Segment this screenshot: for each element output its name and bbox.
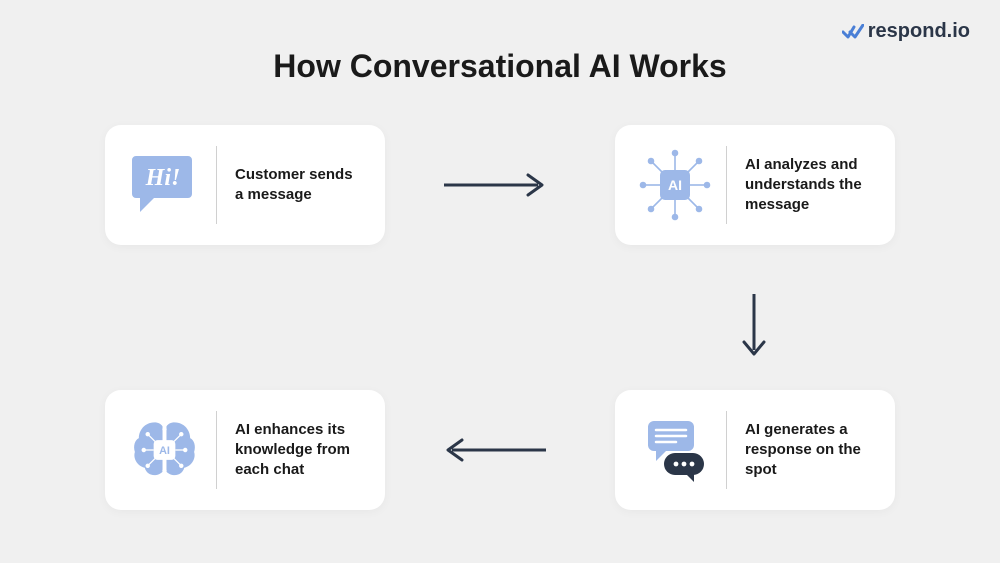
- svg-text:Hi!: Hi!: [144, 165, 180, 191]
- step-card-1: Hi! Customer sends a message: [105, 125, 385, 245]
- step-card-2: AI AI analyzes and understands the messa…: [615, 125, 895, 245]
- arrow-right-icon: [440, 171, 550, 204]
- process-diagram: Hi! Customer sends a message: [0, 115, 1000, 555]
- step-card-3: AI generates a response on the spot: [615, 390, 895, 510]
- step-label: AI generates a response on the spot: [745, 420, 873, 481]
- step-label: AI enhances its knowledge from each chat: [235, 420, 363, 481]
- logo-checkmark-icon: [842, 24, 864, 40]
- ai-chip-network-icon: AI: [637, 148, 712, 223]
- page-title: How Conversational AI Works: [0, 0, 1000, 115]
- brand-name: respond.io: [868, 20, 970, 43]
- divider: [216, 146, 217, 224]
- svg-text:AI: AI: [668, 177, 682, 193]
- svg-text:AI: AI: [159, 445, 170, 457]
- step-label: Customer sends a message: [235, 165, 363, 206]
- brand-logo: respond.io: [842, 20, 970, 43]
- step-card-4: AI AI enhances its knowledge from each c…: [105, 390, 385, 510]
- ai-brain-icon: AI: [127, 413, 202, 488]
- arrow-left-icon: [440, 436, 550, 469]
- divider: [216, 411, 217, 489]
- hi-speech-bubble-icon: Hi!: [127, 148, 202, 223]
- divider: [726, 146, 727, 224]
- divider: [726, 411, 727, 489]
- step-label: AI analyzes and understands the message: [745, 155, 873, 216]
- chat-bubbles-icon: [637, 413, 712, 488]
- arrow-down-icon: [740, 290, 768, 365]
